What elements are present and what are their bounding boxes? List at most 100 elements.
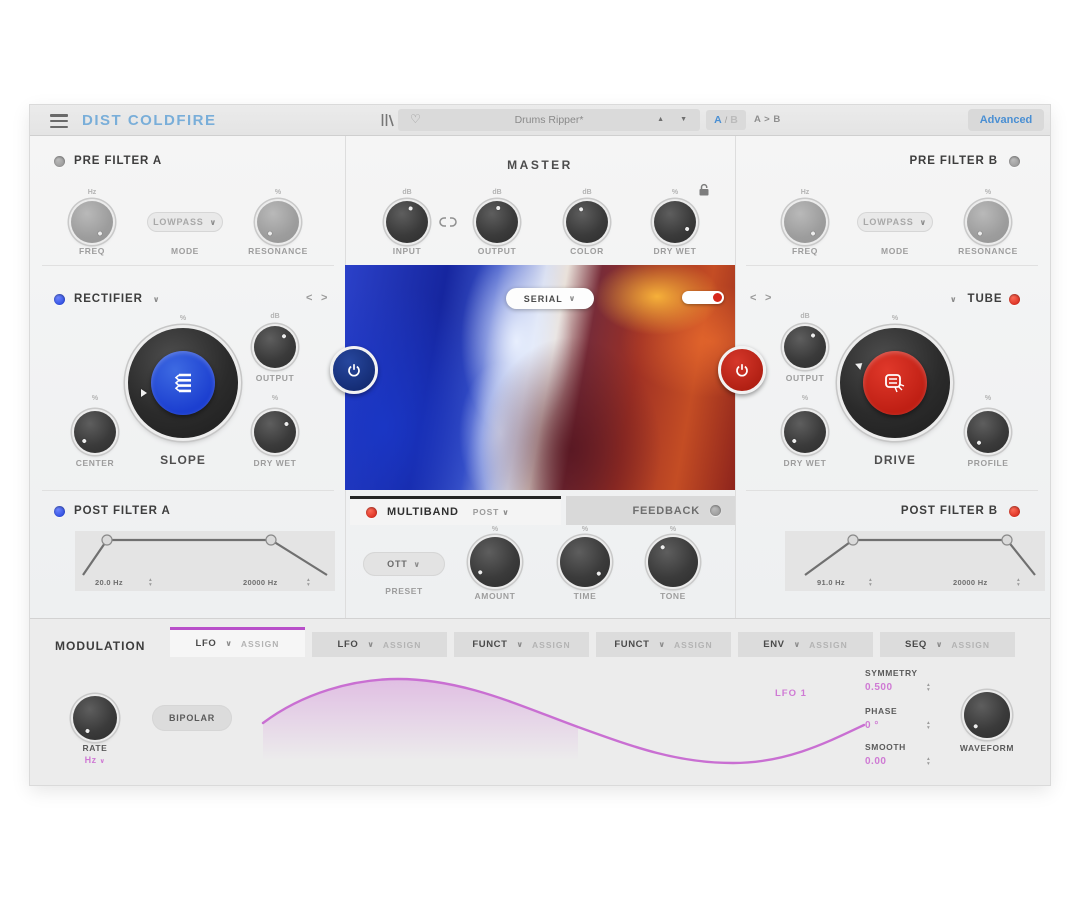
multiband-led[interactable] [366, 507, 377, 518]
assign-button[interactable]: ASSIGN [951, 640, 990, 650]
feedback-led[interactable] [710, 505, 721, 516]
tube-type-dropdown[interactable]: ∨ TUBE [950, 293, 1002, 305]
mod-tab-seq[interactable]: SEQ∨ ASSIGN [880, 632, 1015, 657]
power-icon [734, 362, 750, 378]
tab-feedback[interactable]: FEEDBACK [566, 496, 735, 525]
ab-toggle-slash: / [725, 115, 728, 125]
resonance-label: RESONANCE [248, 246, 308, 256]
tube-led[interactable] [1009, 294, 1020, 305]
lfo-name-badge: LFO 1 [775, 688, 807, 699]
routing-toggle[interactable] [682, 291, 724, 304]
lfo-waveform-knob[interactable] [964, 692, 1010, 738]
post-filter-a-graph[interactable]: 20.0 Hz ▴▾ 20000 Hz ▴▾ [75, 531, 335, 591]
rectifier-center-knob[interactable] [74, 411, 116, 453]
assign-button[interactable]: ASSIGN [809, 640, 848, 650]
pre-filter-b-resonance-knob[interactable] [967, 201, 1009, 243]
post-filter-b-graph[interactable]: 91.0 Hz ▴▾ 20000 Hz ▴▾ [785, 531, 1045, 591]
symmetry-label: SYMMETRY [865, 668, 918, 678]
ab-toggle-a[interactable]: A [714, 114, 722, 126]
rectifier-led[interactable] [54, 294, 65, 305]
tube-output-knob[interactable] [784, 326, 826, 368]
preset-next-icon[interactable]: ▼ [680, 116, 687, 123]
chevron-down-icon: ∨ [225, 639, 232, 648]
mod-tab-env[interactable]: ENV∨ ASSIGN [738, 632, 873, 657]
side-b-power-button[interactable] [718, 346, 766, 394]
assign-button[interactable]: ASSIGN [674, 640, 713, 650]
ab-toggle-b[interactable]: B [730, 114, 738, 126]
pre-filter-b-mode-dropdown[interactable]: LOWPASS ∨ [857, 212, 933, 232]
multiband-preset-dropdown[interactable]: OTT ∨ [363, 552, 445, 576]
symmetry-value[interactable]: 0.500 [865, 682, 893, 693]
rectifier-drywet-knob[interactable] [254, 411, 296, 453]
rectifier-slope-knob[interactable] [128, 328, 238, 438]
mod-tab-lfo2[interactable]: LFO∨ ASSIGN [312, 632, 447, 657]
assign-button[interactable]: ASSIGN [383, 640, 422, 650]
lfo-rate-knob[interactable] [73, 696, 117, 740]
master-drywet-knob[interactable] [654, 201, 696, 243]
top-bar: DIST COLDFIRE ♡ Drums Ripper* ▲ ▼ A / B … [30, 105, 1050, 136]
tab-multiband[interactable]: MULTIBAND POST ∨ [350, 496, 561, 525]
tube-profile-knob[interactable] [967, 411, 1009, 453]
high-cut-value[interactable]: 20000 Hz [953, 578, 988, 587]
chevron-down-icon: ∨ [414, 560, 421, 569]
routing-mode-dropdown[interactable]: SERIAL ∨ [506, 288, 594, 309]
next-model-arrow[interactable]: > [321, 292, 327, 304]
heart-icon[interactable]: ♡ [410, 112, 421, 126]
copy-a-to-b-button[interactable]: A > B [754, 114, 781, 125]
next-model-arrow[interactable]: > [765, 292, 771, 304]
smooth-value[interactable]: 0.00 [865, 756, 886, 767]
phase-value[interactable]: 0 ° [865, 720, 879, 731]
library-icon[interactable] [380, 113, 396, 127]
master-input-knob[interactable] [386, 201, 428, 243]
multiband-amount-knob[interactable] [470, 537, 520, 587]
tube-title: TUBE [968, 293, 1003, 305]
multiband-time-knob[interactable] [560, 537, 610, 587]
preset-value: OTT [387, 559, 407, 569]
pre-filter-b-led[interactable] [1009, 156, 1020, 167]
profile-unit: % [985, 395, 991, 402]
hamburger-menu-icon[interactable] [50, 111, 68, 131]
divider [746, 490, 1038, 491]
high-cut-value[interactable]: 20000 Hz [243, 578, 278, 587]
bipolar-button[interactable]: BIPOLAR [152, 705, 232, 731]
preset-prev-icon[interactable]: ▲ [657, 116, 664, 123]
tube-drive-knob[interactable] [840, 328, 950, 438]
mod-tab-funct2[interactable]: FUNCT∨ ASSIGN [596, 632, 731, 657]
low-cut-value[interactable]: 20.0 Hz [95, 578, 123, 587]
low-cut-value[interactable]: 91.0 Hz [817, 578, 845, 587]
side-a-power-button[interactable] [330, 346, 378, 394]
pre-filter-a-led[interactable] [54, 156, 65, 167]
rectifier-output-knob[interactable] [254, 326, 296, 368]
multiband-tone-knob[interactable] [648, 537, 698, 587]
tube-drywet-knob[interactable] [784, 411, 826, 453]
ab-toggle[interactable]: A / B [706, 110, 746, 130]
assign-button[interactable]: ASSIGN [241, 639, 280, 649]
filter-handle[interactable] [266, 535, 276, 545]
pre-filter-b-freq-knob[interactable] [784, 201, 826, 243]
prev-model-arrow[interactable]: < [750, 292, 756, 304]
preset-browser-bar[interactable]: ♡ Drums Ripper* ▲ ▼ [398, 109, 700, 131]
prev-model-arrow[interactable]: < [306, 292, 312, 304]
pre-filter-a-freq-knob[interactable] [71, 201, 113, 243]
chevron-down-icon: ∨ [659, 640, 666, 649]
post-filter-a-led[interactable] [54, 506, 65, 517]
mod-tab-lfo1[interactable]: LFO∨ ASSIGN [170, 627, 305, 657]
mod-tab-funct1[interactable]: FUNCT∨ ASSIGN [454, 632, 589, 657]
multiband-position-dropdown[interactable]: POST ∨ [473, 507, 510, 517]
rate-unit-dropdown[interactable]: Hz ∨ [85, 755, 106, 765]
preset-name[interactable]: Drums Ripper* [515, 114, 584, 126]
pre-filter-a-resonance-knob[interactable] [257, 201, 299, 243]
assign-button[interactable]: ASSIGN [532, 640, 571, 650]
rectifier-type-dropdown[interactable]: RECTIFIER ∨ [74, 293, 160, 305]
lfo-waveform-display[interactable] [258, 663, 868, 775]
link-icon[interactable] [438, 216, 458, 228]
lock-icon[interactable] [698, 183, 710, 197]
filter-handle[interactable] [848, 535, 858, 545]
filter-handle[interactable] [102, 535, 112, 545]
master-output-knob[interactable] [476, 201, 518, 243]
filter-handle[interactable] [1002, 535, 1012, 545]
pre-filter-a-mode-dropdown[interactable]: LOWPASS ∨ [147, 212, 223, 232]
advanced-button[interactable]: Advanced [968, 109, 1044, 131]
post-filter-b-led[interactable] [1009, 506, 1020, 517]
master-color-knob[interactable] [566, 201, 608, 243]
